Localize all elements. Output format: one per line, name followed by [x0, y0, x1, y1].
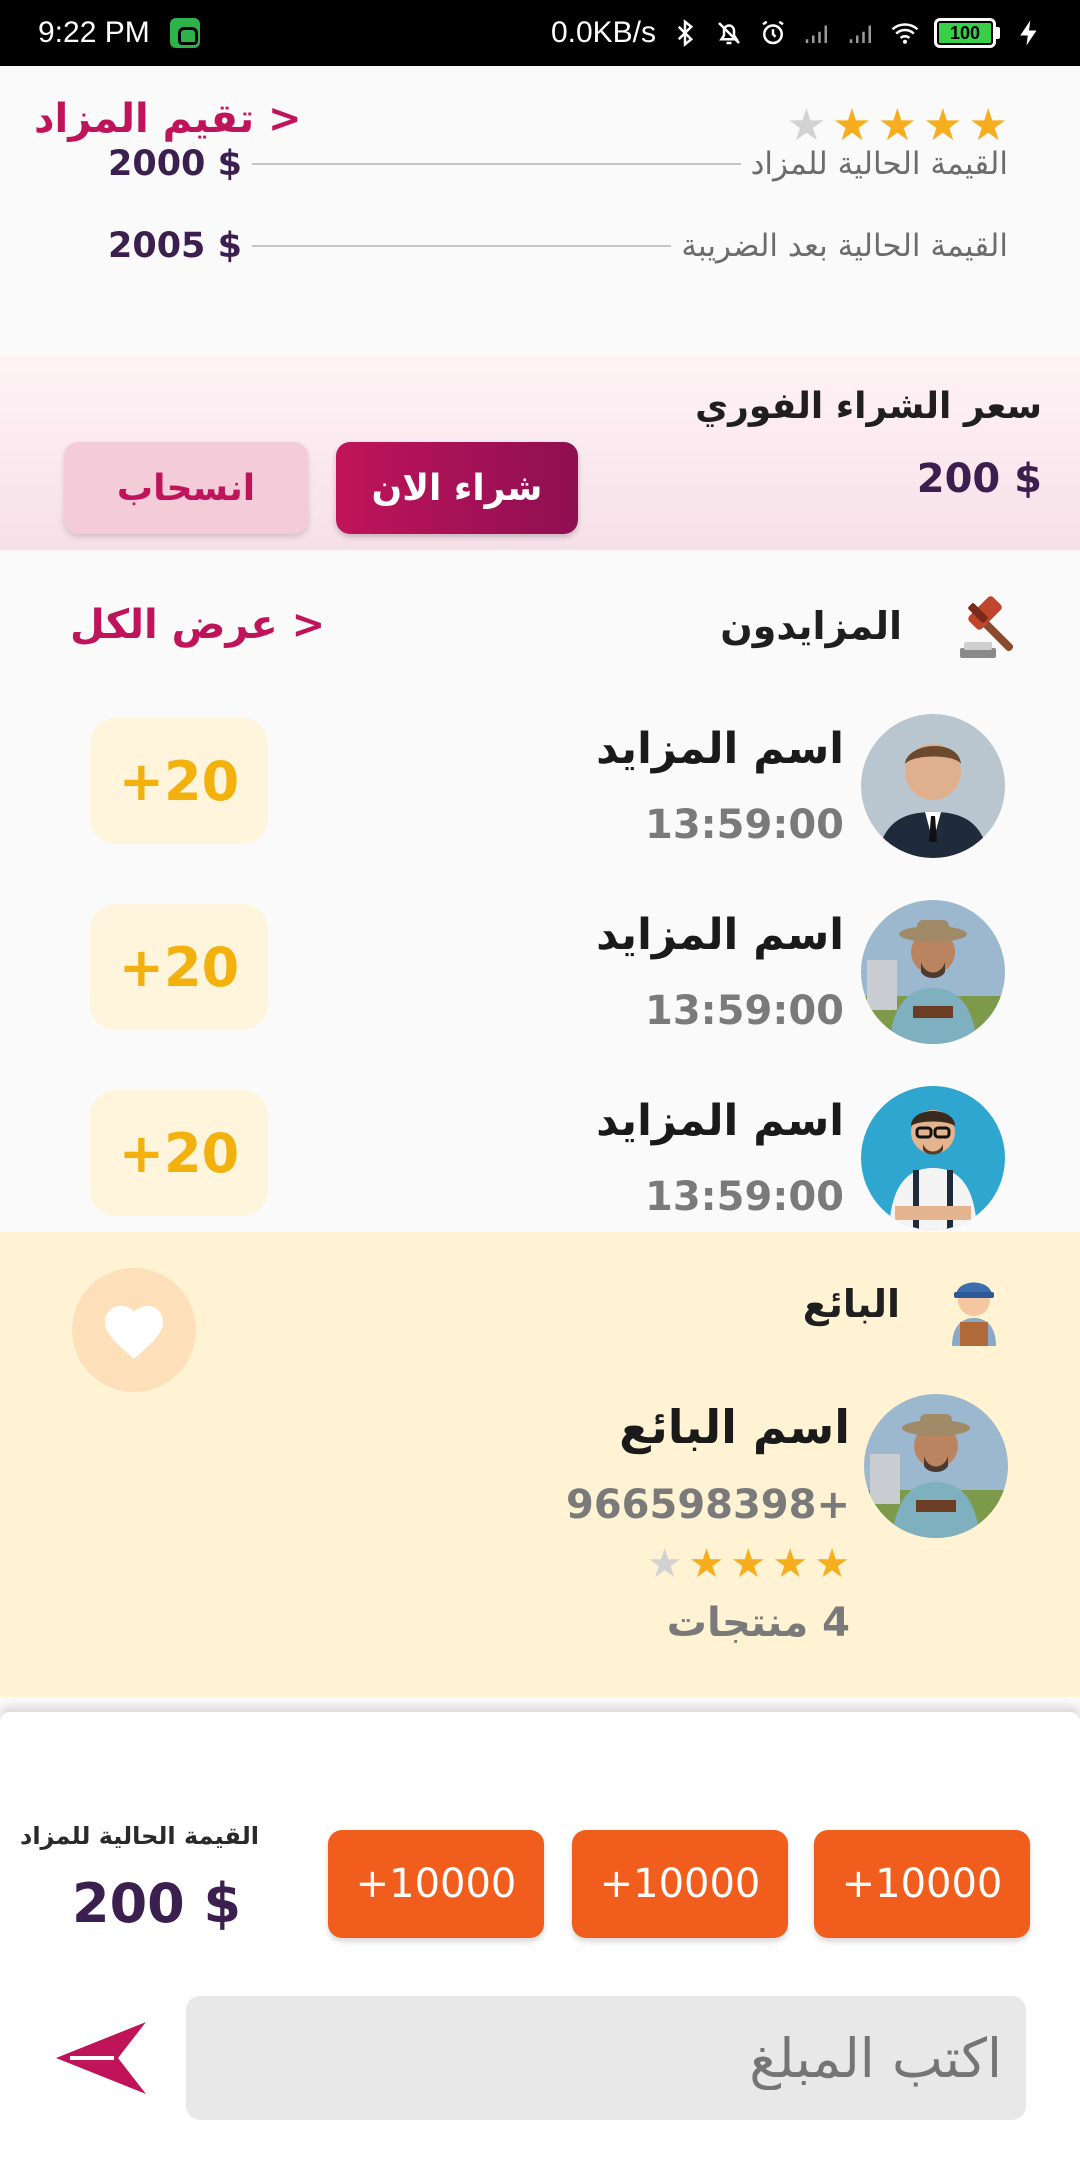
bid-amount-badge: +20: [90, 904, 268, 1030]
status-bar: 9:22 PM 0.0KB/s 100: [0, 0, 1080, 66]
star-filled-icon: ★: [688, 1541, 725, 1587]
instant-buy-title: سعر الشراء الفوري: [695, 386, 1042, 427]
current-value-row: القيمة الحالية للمزاد 2000 $: [108, 144, 1008, 184]
favorite-button[interactable]: [72, 1268, 196, 1392]
bidder-name: اسم المزايد: [596, 1096, 844, 1146]
net-speed: 0.0KB/s: [550, 16, 656, 49]
buy-now-button[interactable]: شراء الان: [336, 442, 578, 534]
after-tax-label: القيمة الحالية بعد الضريبة: [681, 228, 1008, 264]
app-notification-icon: [169, 18, 200, 48]
seller-rating: ★ ★ ★ ★ ★: [647, 1544, 850, 1584]
after-tax-row: القيمة الحالية بعد الضريبة 2005 $: [108, 226, 1008, 266]
heart-icon: [104, 1305, 164, 1360]
star-filled-icon: ★: [730, 1541, 767, 1587]
gavel-icon: [960, 596, 1014, 658]
seller-phone: 966598398+: [565, 1482, 850, 1528]
after-tax-value: 2005 $: [108, 226, 242, 266]
bid-amount-badge: +20: [90, 1090, 268, 1216]
bidder-row[interactable]: اسم المزايد 13:59:00 +20: [0, 892, 1080, 1078]
mute-icon: [718, 22, 740, 45]
increment-button[interactable]: +10000: [572, 1830, 788, 1938]
bidder-avatar: [861, 1086, 1005, 1230]
bidders-title: المزايدون: [720, 604, 902, 648]
bid-panel: القيمة الحالية للمزاد 200 $ +10000 +1000…: [0, 1712, 1080, 2160]
star-filled-icon: ★: [772, 1541, 809, 1587]
star-empty-icon: ★: [786, 100, 827, 151]
seller-title: البائع: [802, 1282, 900, 1326]
star-filled-icon: ★: [832, 100, 872, 151]
star-filled-icon: ★: [814, 1541, 850, 1587]
star-empty-icon: ★: [646, 1541, 683, 1587]
signal-icon: [849, 25, 871, 43]
bid-time: 13:59:00: [645, 988, 844, 1034]
increment-button[interactable]: +10000: [814, 1830, 1030, 1938]
panel-current-value: 200 $: [72, 1872, 242, 1935]
send-icon[interactable]: [56, 2018, 146, 2098]
charging-icon: [1020, 20, 1037, 46]
rate-auction-link[interactable]: تقيم المزاد >: [34, 96, 302, 142]
bidder-avatar: [861, 714, 1005, 858]
view-all-bidders-link[interactable]: عرض الكل >: [70, 602, 325, 648]
bidders-header: المزايدون عرض الكل >: [0, 550, 1080, 700]
auction-summary: تقيم المزاد > ★ ★ ★ ★ ★ القيمة الحالية للمزا…: [0, 66, 1080, 356]
divider: [251, 163, 741, 165]
current-value-label: القيمة الحالية للمزاد: [750, 146, 1008, 182]
instant-buy-price: 200 $: [916, 456, 1042, 502]
alarm-icon: [762, 20, 784, 45]
increment-button[interactable]: +10000: [328, 1830, 544, 1938]
bid-time: 13:59:00: [645, 1174, 844, 1220]
seller-section: البائع اسم البائع 966598398+ ★ ★ ★ ★ ★ 4 منت…: [0, 1232, 1080, 1697]
seller-icon: [952, 1282, 996, 1346]
withdraw-button[interactable]: انسحاب: [64, 442, 308, 534]
battery-icon: 100: [934, 18, 1000, 48]
seller-avatar: [864, 1394, 1008, 1538]
current-value: 2000 $: [108, 144, 242, 184]
auction-rating: ★ ★ ★ ★ ★: [787, 104, 1008, 148]
star-filled-icon: ★: [877, 100, 918, 151]
bid-amount-badge: +20: [90, 718, 268, 844]
amount-input[interactable]: [186, 1996, 1026, 2120]
bidder-name: اسم المزايد: [596, 910, 844, 960]
bid-time: 13:59:00: [645, 802, 844, 848]
signal-icon: [805, 25, 827, 43]
star-filled-icon: ★: [968, 100, 1008, 151]
seller-name: اسم البائع: [619, 1400, 850, 1454]
star-filled-icon: ★: [923, 100, 963, 151]
instant-buy-section: سعر الشراء الفوري 200 $ شراء الان انسحاب: [0, 356, 1080, 550]
bluetooth-icon: [677, 19, 694, 47]
bidder-name: اسم المزايد: [596, 724, 844, 774]
bidder-row[interactable]: اسم المزايد 13:59:00 +20: [0, 706, 1080, 892]
bidder-avatar: [861, 900, 1005, 1044]
wifi-icon: [891, 23, 919, 44]
divider: [251, 245, 672, 247]
clock: 9:22 PM: [38, 16, 150, 49]
seller-products-count: 4 منتجات: [666, 1600, 850, 1646]
panel-current-label: القيمة الحالية للمزاد: [20, 1822, 259, 1850]
